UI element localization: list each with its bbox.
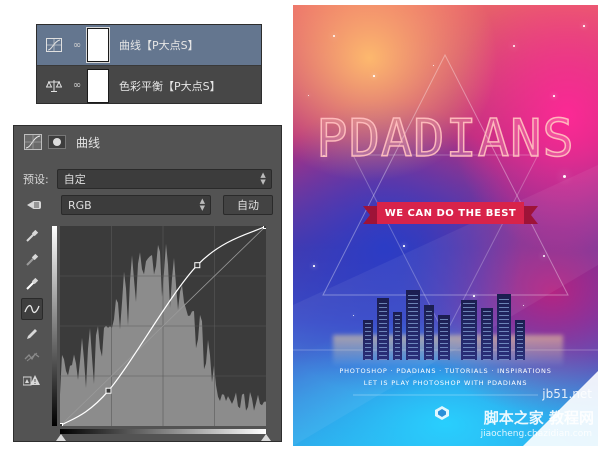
ribbon-banner: WE CAN DO THE BEST (363, 202, 538, 224)
sample-black-eyedropper-icon[interactable] (21, 225, 43, 247)
mask-tab-icon[interactable] (48, 135, 66, 149)
sample-gray-eyedropper-icon[interactable] (21, 249, 43, 271)
sample-white-eyedropper-icon[interactable] (21, 273, 43, 295)
preset-row: 预设: 自定 ▲ ▼ (23, 169, 272, 189)
layer-name[interactable]: 曲线【P大点S】 (119, 37, 199, 53)
smooth-curve-icon[interactable] (21, 346, 43, 368)
city-skyline (343, 265, 553, 360)
output-gradient-bar (52, 226, 57, 426)
curves-graph[interactable] (60, 226, 266, 426)
preset-value: 自定 (63, 173, 86, 186)
layer-color-balance[interactable]: ∞ 色彩平衡【P大点S】 (37, 65, 261, 105)
properties-header: 曲线 (14, 126, 281, 158)
building (377, 298, 389, 360)
building (481, 308, 493, 360)
building (438, 315, 450, 360)
target-adjust-icon[interactable] (23, 198, 45, 212)
building (393, 312, 402, 360)
building (515, 320, 525, 360)
curves-adjustment-icon (37, 38, 71, 52)
link-icon[interactable]: ∞ (71, 80, 83, 91)
curve-control-point[interactable] (105, 387, 112, 394)
auto-button[interactable]: 自动 (223, 195, 273, 215)
building (497, 294, 511, 360)
channel-row: RGB ▲ ▼ 自动 (23, 195, 273, 215)
watermark-site: jb51.net (542, 387, 592, 401)
watermark-label: 脚本之家 教程网 (484, 407, 594, 428)
color-balance-icon (37, 79, 71, 93)
edit-points-curve-icon[interactable] (21, 298, 43, 320)
preset-dropdown[interactable]: 自定 ▲ ▼ (56, 169, 272, 189)
input-gradient-bar (60, 429, 266, 434)
white-point-slider[interactable] (261, 434, 271, 441)
layer-mask-thumbnail[interactable] (86, 27, 110, 63)
dropdown-arrow-icon: ▲ ▼ (199, 197, 205, 212)
panel-title: 曲线 (76, 135, 101, 150)
curve-control-point[interactable] (263, 226, 267, 229)
poster-canvas: PDADIANS WE CAN DO THE BEST PHOTOSHOP · … (293, 5, 598, 446)
layer-mask-thumbnail[interactable] (87, 68, 109, 103)
poster-brand-title: PDADIANS (316, 109, 575, 169)
building (363, 320, 373, 360)
preset-label: 预设: (23, 173, 49, 186)
channel-value: RGB (68, 198, 92, 212)
curves-tab-icon[interactable] (24, 134, 42, 150)
watermark-tutorial: 教程网 (548, 409, 594, 427)
curves-svg[interactable] (60, 226, 266, 426)
dropdown-arrow-icon: ▲ ▼ (260, 171, 266, 186)
black-point-slider[interactable] (56, 434, 66, 441)
watermark-url: jiaocheng.chazidian.com (480, 429, 592, 439)
layer-curves[interactable]: ∞ 曲线【P大点S】 (37, 25, 261, 65)
building (461, 300, 477, 360)
building (424, 305, 434, 360)
watermark-brand: 脚本之家 (483, 409, 544, 427)
layers-panel: ∞ 曲线【P大点S】 ∞ 色彩平衡【P大点S】 (36, 24, 262, 104)
curve-control-point[interactable] (194, 262, 201, 269)
properties-panel: 曲线 预设: 自定 ▲ ▼ RGB ▲ ▼ 自动 (13, 125, 282, 442)
layer-name[interactable]: 色彩平衡【P大点S】 (119, 78, 221, 94)
link-icon[interactable]: ∞ (71, 40, 83, 51)
ribbon-text: WE CAN DO THE BEST (377, 202, 524, 224)
draw-pencil-icon[interactable] (21, 323, 43, 345)
channel-dropdown[interactable]: RGB ▲ ▼ (61, 195, 211, 215)
curve-control-point[interactable] (60, 423, 63, 427)
poster-logo-icon (435, 406, 449, 420)
clipping-warning-icon[interactable] (21, 369, 43, 391)
building (406, 290, 420, 360)
